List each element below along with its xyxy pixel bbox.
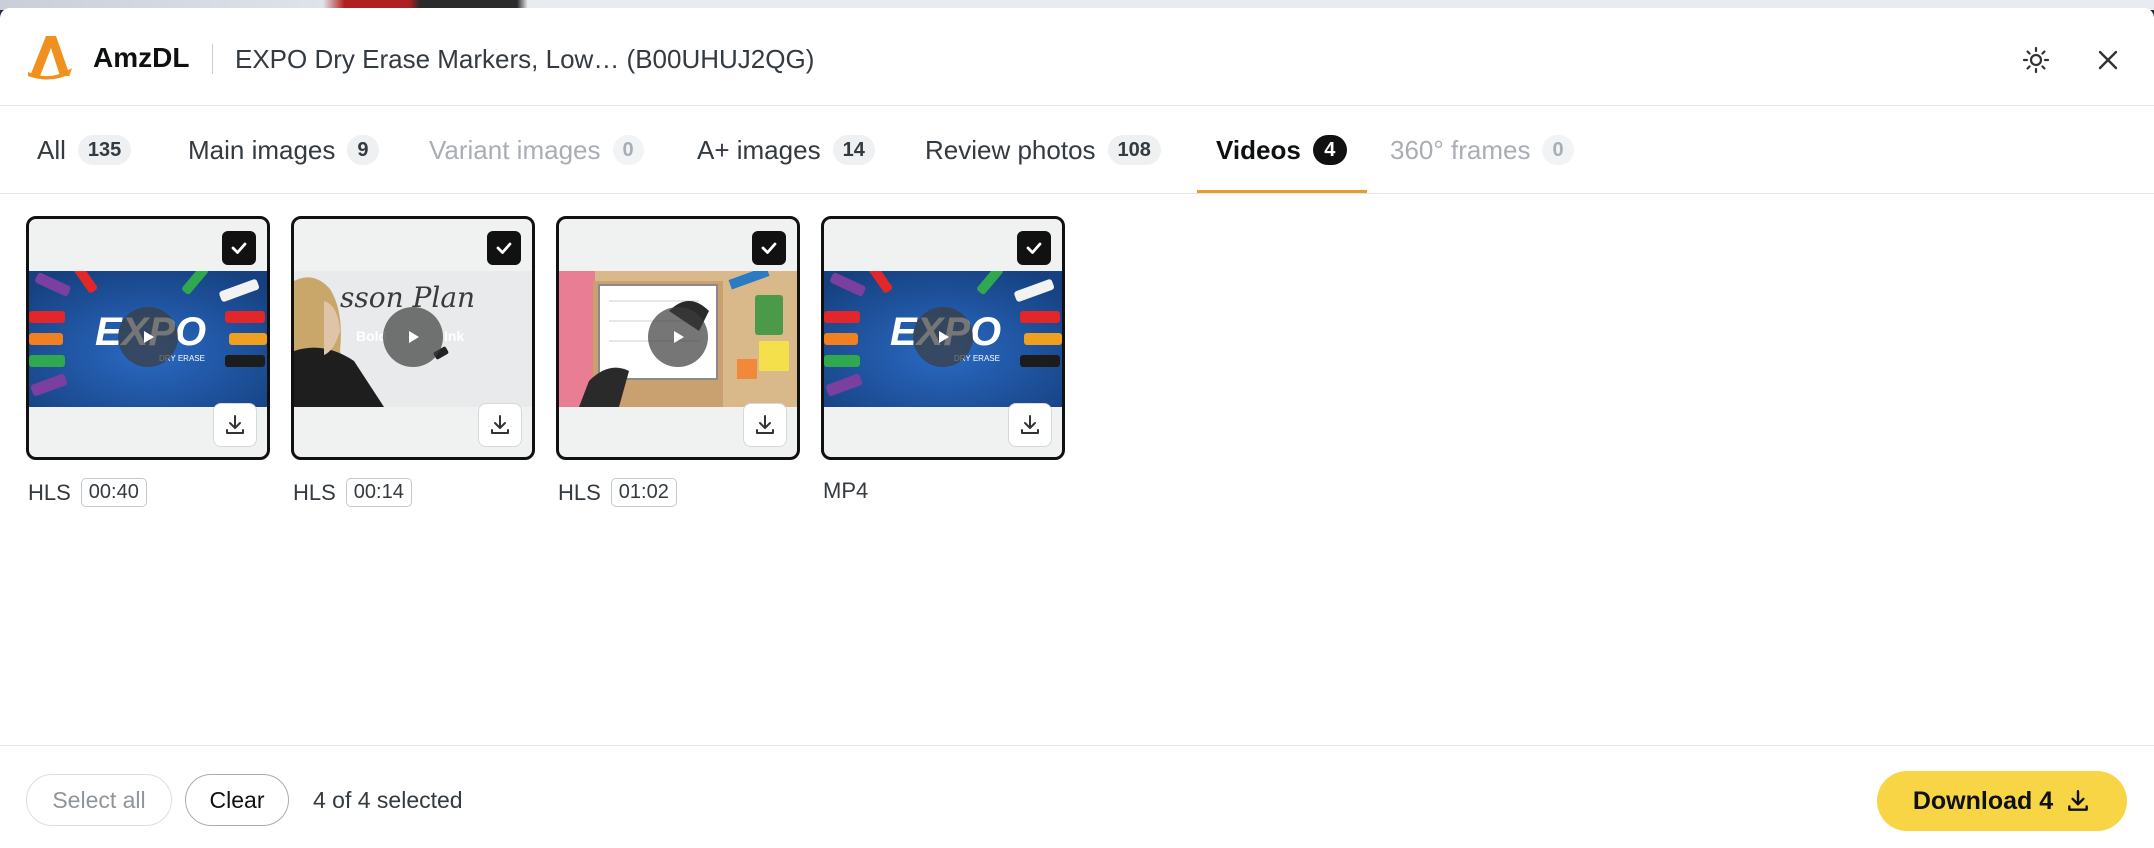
tab-count-badge: 4 (1312, 135, 1347, 165)
tab-count-badge: 0 (1542, 135, 1574, 165)
tab-all[interactable]: All 135 (37, 106, 132, 194)
modal-footer: Select all Clear 4 of 4 selected Downloa… (0, 745, 2154, 848)
video-format: HLS (293, 479, 336, 505)
tab-label: Videos (1216, 134, 1301, 165)
video-card[interactable]: EXPO DRY ERASE (26, 216, 270, 460)
play-icon (939, 331, 949, 343)
download-selected-button[interactable]: Download 4 (1877, 771, 2127, 831)
selection-count: 4 of 4 selected (313, 787, 463, 813)
tab-bar: All 135 Main images 9 Variant images 0 A… (0, 106, 2154, 194)
active-tab-indicator (1197, 190, 1367, 193)
download-icon (756, 415, 774, 434)
video-format: HLS (28, 479, 71, 505)
tab-main-images[interactable]: Main images 9 (188, 106, 379, 194)
tab-count-badge: 9 (347, 135, 379, 165)
selected-checkbox[interactable] (752, 231, 786, 265)
amzdl-modal: AmzDL EXPO Dry Erase Markers, Low… (B00U… (0, 8, 2154, 848)
download-icon (226, 415, 244, 434)
tab-count-badge: 0 (612, 135, 644, 165)
video-thumbnail (559, 271, 797, 407)
video-thumbnail: EXPO DRY ERASE (29, 271, 267, 407)
video-card[interactable]: sson Plan Bold Ink (291, 216, 535, 460)
video-format: HLS (558, 479, 601, 505)
tab-count-badge: 135 (77, 135, 132, 165)
download-icon (1021, 415, 1039, 434)
video-meta: HLS 00:14 (293, 478, 412, 507)
check-icon (761, 242, 777, 254)
check-icon (496, 242, 512, 254)
video-meta: HLS 00:40 (28, 478, 147, 507)
tab-label: Main images (188, 134, 336, 165)
play-icon (144, 331, 154, 343)
selected-checkbox[interactable] (487, 231, 521, 265)
tab-variant-images[interactable]: Variant images 0 (429, 106, 644, 194)
play-button[interactable] (648, 307, 708, 367)
tab-label: Review photos (925, 134, 1096, 165)
tab-label: Variant images (429, 134, 601, 165)
video-meta: MP4 (823, 478, 868, 504)
check-icon (231, 242, 247, 254)
svg-text:Ink: Ink (444, 328, 464, 344)
selected-checkbox[interactable] (222, 231, 256, 265)
video-download-button[interactable] (478, 403, 522, 447)
play-icon (674, 331, 684, 343)
play-button[interactable] (913, 307, 973, 367)
theme-toggle-button[interactable] (2018, 42, 2054, 78)
product-title: EXPO Dry Erase Markers, Low… (B00UHUJ2QG… (235, 44, 815, 74)
video-card[interactable]: EXPO DRY ERASE (821, 216, 1065, 460)
selected-checkbox[interactable] (1017, 231, 1051, 265)
download-button-label: Download 4 (1912, 786, 2054, 815)
download-icon (2068, 790, 2088, 811)
close-icon (2098, 50, 2118, 70)
video-thumbnail: sson Plan Bold Ink (294, 271, 532, 407)
tab-review-photos[interactable]: Review photos 108 (925, 106, 1161, 194)
tab-videos[interactable]: Videos 4 (1216, 106, 1347, 194)
video-duration: 00:14 (345, 478, 412, 507)
amzdl-logo (28, 36, 72, 80)
video-duration: 00:40 (80, 478, 147, 507)
play-button[interactable] (383, 307, 443, 367)
close-button[interactable] (2090, 42, 2126, 78)
video-card[interactable] (556, 216, 800, 460)
video-thumbnail: EXPO DRY ERASE (824, 271, 1062, 407)
tab-aplus-images[interactable]: A+ images 14 (697, 106, 875, 194)
tab-count-badge: 14 (832, 135, 875, 165)
tab-count-badge: 108 (1107, 135, 1161, 165)
tab-label: All (37, 134, 66, 165)
video-download-button[interactable] (213, 403, 257, 447)
video-download-button[interactable] (1008, 403, 1052, 447)
brand-name: AmzDL (93, 42, 190, 73)
video-meta: HLS 01:02 (558, 478, 677, 507)
check-icon (1026, 242, 1042, 254)
tab-label: A+ images (697, 134, 821, 165)
header-divider (212, 44, 213, 74)
play-icon (409, 331, 419, 343)
download-icon (491, 415, 509, 434)
sun-icon (2022, 46, 2050, 74)
video-duration: 01:02 (610, 478, 677, 507)
video-format: MP4 (823, 478, 869, 503)
modal-header: AmzDL EXPO Dry Erase Markers, Low… (B00U… (0, 8, 2154, 106)
tab-360-frames[interactable]: 360° frames 0 (1390, 106, 1574, 194)
play-button[interactable] (118, 307, 178, 367)
tab-label: 360° frames (1390, 134, 1531, 165)
select-all-button[interactable]: Select all (26, 774, 172, 826)
clear-button[interactable]: Clear (185, 774, 289, 826)
video-download-button[interactable] (743, 403, 787, 447)
